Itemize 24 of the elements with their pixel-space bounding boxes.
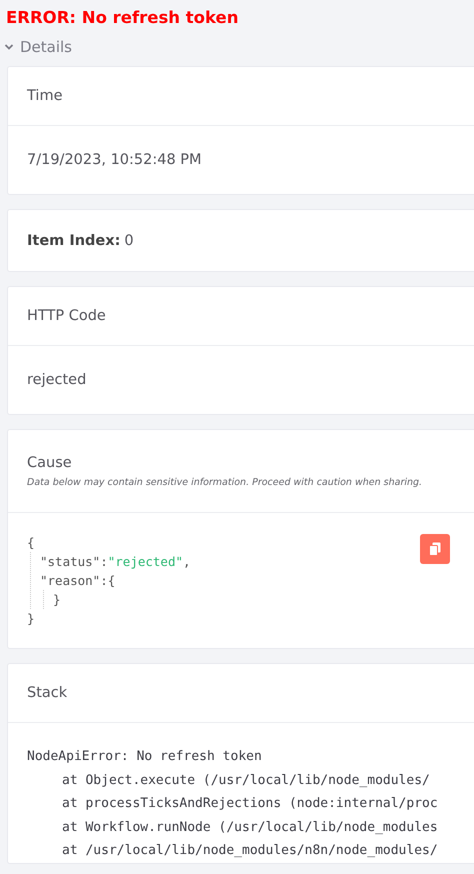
card-title: Time xyxy=(27,88,64,104)
code-line: { xyxy=(27,534,35,552)
stack-line: at Object.execute (/usr/local/lib/node_modules/ xyxy=(61,772,430,790)
stack-line: at Workflow.runNode (/usr/local/lib/node_modules xyxy=(61,818,438,836)
card-title: Cause xyxy=(27,454,73,470)
stack-line: at processTicksAndRejections (node:internal/proc xyxy=(61,795,438,813)
field-value: 0 xyxy=(124,232,134,248)
field-label: Item Index: xyxy=(27,232,120,248)
card-title: HTTP Code xyxy=(27,308,107,324)
warning-note: Data below may contain sensitive information. Proceed with caution when sharing. xyxy=(27,476,424,488)
copy-icon xyxy=(429,542,441,556)
card-value: rejected xyxy=(27,372,86,388)
stack-line: at /usr/local/lib/node_modules/n8n/node_modules/ xyxy=(61,842,438,860)
code-line: } xyxy=(27,610,35,628)
stack-line: NodeApiError: No refresh token xyxy=(27,748,262,766)
chevron-down-icon xyxy=(4,42,14,52)
code-line: "status":"rejected", xyxy=(40,553,191,571)
code-line: } xyxy=(53,591,61,609)
details-toggle[interactable]: Details xyxy=(4,38,72,56)
copy-button[interactable] xyxy=(420,534,450,564)
card-title: Stack xyxy=(27,685,68,701)
code-line: "reason":{ xyxy=(40,572,116,590)
error-title: ERROR: No refresh token xyxy=(6,7,240,29)
card-value: 7/19/2023, 10:52:48 PM xyxy=(27,152,202,168)
